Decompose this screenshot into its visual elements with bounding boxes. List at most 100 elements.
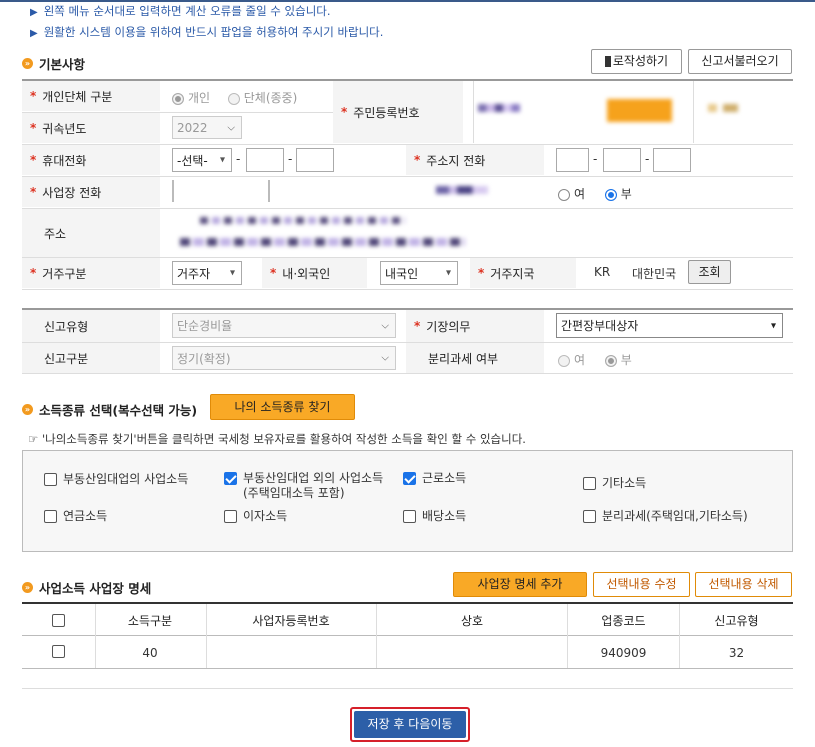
- row-checkbox[interactable]: [52, 644, 71, 658]
- domestic-select[interactable]: 내국인 ▾: [380, 261, 458, 285]
- residence-select[interactable]: 거주자 ▾: [172, 261, 242, 285]
- col-biz-no: 사업자등록번호: [252, 614, 330, 628]
- year-select[interactable]: 2022 ⌵: [172, 116, 242, 139]
- cell-industry-code: 940909: [600, 646, 647, 660]
- add-business-button[interactable]: 사업장 명세 추가: [453, 572, 587, 597]
- separate-tax-radios: 여 부: [558, 351, 632, 368]
- notice-2: ▶ 원활한 시스템 이용을 위하여 반드시 팝업을 허용하여 주시기 바랍니다.: [30, 25, 384, 39]
- income-item-1-sub: (주택임대소득 포함): [243, 486, 345, 500]
- triangle-icon: ▶: [30, 7, 38, 18]
- residence-label: * 거주구분: [22, 258, 160, 288]
- redacted-mark-icon: [604, 56, 611, 67]
- income-checkbox-box: [22, 450, 793, 552]
- income-item-4[interactable]: 연금소득: [44, 507, 107, 524]
- home-phone-label: * 주소지 전화: [406, 145, 544, 175]
- ssn-masked-2: [708, 104, 738, 112]
- col-filing-type: 신고유형: [714, 614, 759, 628]
- save-next-highlight: 저장 후 다음이동: [350, 707, 470, 742]
- income-item-6[interactable]: 배당소득: [403, 507, 466, 524]
- chevron-down-icon: ⌵: [381, 320, 389, 331]
- section-bullet-icon: »: [22, 58, 33, 69]
- col-income-type: 소득구분: [127, 614, 173, 628]
- personal-type-label: * 개인단체 구분: [22, 81, 160, 111]
- income-hint: ☞ '나의소득종류 찾기'버튼을 클릭하면 국세청 보유자료를 활용하여 작성한…: [28, 432, 526, 446]
- checkbox-checked[interactable]: [224, 472, 237, 485]
- income-item-7[interactable]: 분리과세(주택임대,기타소득): [583, 507, 748, 524]
- checkbox[interactable]: [44, 473, 57, 486]
- filing-type-label: 신고유형: [22, 310, 160, 342]
- chevron-down-icon: ⌵: [227, 122, 235, 133]
- mobile-label: * 휴대전화: [22, 145, 160, 175]
- income-item-2[interactable]: 근로소득: [403, 469, 466, 486]
- radio-yes[interactable]: [558, 188, 570, 201]
- address-masked-2: [180, 238, 465, 246]
- section-bullet-icon: »: [22, 582, 33, 593]
- home-phone-last-input[interactable]: [653, 148, 691, 172]
- cell-filing-type: 32: [728, 646, 745, 660]
- income-item-0[interactable]: 부동산임대업의 사업소득: [44, 470, 188, 487]
- home-phone-prefix-input[interactable]: [556, 148, 589, 172]
- radio-group[interactable]: [227, 92, 240, 105]
- top-border: [0, 0, 815, 2]
- country-name: 대한민국: [632, 267, 677, 281]
- edit-selected-button[interactable]: 선택내용 수정: [593, 572, 690, 597]
- radio-no[interactable]: [604, 354, 617, 367]
- chevron-down-icon: ▾: [770, 320, 776, 331]
- income-section-title: » 소득종류 선택(복수선택 가능): [22, 400, 197, 419]
- address-label: 주소: [22, 209, 160, 257]
- ssn-masked-button[interactable]: [607, 99, 672, 122]
- delete-selected-button[interactable]: 선택내용 삭제: [695, 572, 792, 597]
- radio-individual[interactable]: [172, 92, 184, 105]
- checkbox[interactable]: [583, 510, 596, 523]
- country-code: KR: [594, 265, 611, 279]
- year-label: * 귀속년도: [22, 113, 160, 143]
- business-section-title: » 사업소득 사업장 명세: [22, 578, 151, 597]
- checkbox-checked[interactable]: [403, 472, 416, 485]
- basic-section-title: » 기본사항: [22, 54, 85, 73]
- biz-phone-radios: 여 부: [558, 185, 632, 202]
- address-masked-1: [200, 217, 405, 224]
- checkbox[interactable]: [224, 510, 237, 523]
- notice-1: ▶ 왼쪽 메뉴 순서대로 입력하면 계산 오류를 줄일 수 있습니다.: [30, 4, 331, 18]
- checkbox[interactable]: [583, 477, 596, 490]
- section-bullet-icon: »: [22, 404, 33, 415]
- separate-tax-label: 분리과세 여부: [406, 343, 544, 373]
- home-phone-mid-input[interactable]: [603, 148, 641, 172]
- triangle-icon: ▶: [30, 28, 38, 39]
- radio-yes[interactable]: [558, 354, 570, 367]
- chevron-down-icon: ▾: [229, 267, 235, 279]
- checkbox[interactable]: [52, 645, 65, 658]
- radio-no[interactable]: [604, 188, 617, 201]
- col-name: 상호: [460, 614, 484, 628]
- lookup-button[interactable]: 조회: [688, 260, 731, 284]
- ssn-masked: [478, 104, 520, 112]
- col-industry-code: 업종코드: [601, 614, 646, 628]
- write-button[interactable]: 로작성하기: [591, 49, 682, 74]
- income-item-5[interactable]: 이자소득: [224, 507, 287, 524]
- find-income-button[interactable]: 나의 소득종류 찾기: [210, 394, 355, 420]
- chevron-down-icon: ▾: [445, 267, 451, 279]
- cell-income-type: 40: [142, 646, 158, 660]
- domestic-label: * 내·외국인: [262, 258, 367, 288]
- bookkeeping-label: * 기장의무: [406, 310, 544, 342]
- header-select-all[interactable]: [52, 613, 71, 627]
- bookkeeping-select[interactable]: 간편장부대상자 ▾: [556, 313, 783, 338]
- mobile-last-input[interactable]: [296, 148, 334, 172]
- checkbox[interactable]: [44, 510, 57, 523]
- mobile-mid-input[interactable]: [246, 148, 284, 172]
- report-kind-label: 신고구분: [22, 343, 160, 373]
- load-report-button[interactable]: 신고서불러오기: [688, 49, 792, 74]
- biz-phone-label: * 사업장 전화: [22, 177, 160, 207]
- chevron-down-icon: ⌵: [381, 352, 389, 364]
- report-kind-select[interactable]: 정기(확정) ⌵: [172, 346, 396, 370]
- checkbox[interactable]: [52, 614, 65, 627]
- masked-label: [436, 186, 488, 194]
- mobile-prefix-select[interactable]: -선택- ▾: [172, 148, 232, 172]
- country-label: * 거주지국: [470, 258, 576, 288]
- personal-type-radios: 개인 단체(종중): [172, 89, 297, 106]
- save-next-button[interactable]: 저장 후 다음이동: [354, 711, 466, 738]
- ssn-label: * 주민등록번호: [333, 81, 463, 143]
- income-item-3[interactable]: 기타소득: [583, 474, 646, 491]
- filing-type-select[interactable]: 단순경비율 ⌵: [172, 313, 396, 338]
- checkbox[interactable]: [403, 510, 416, 523]
